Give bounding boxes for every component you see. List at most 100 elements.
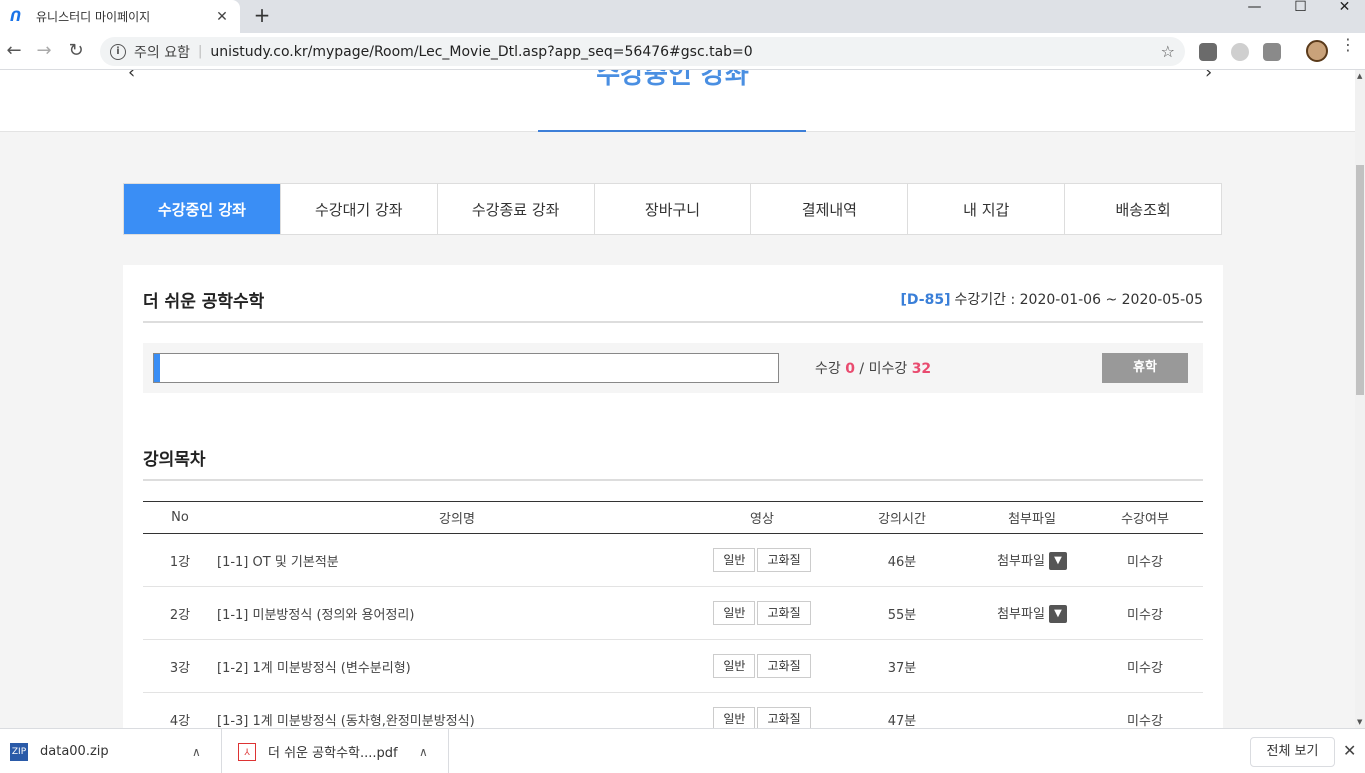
tab-delivery[interactable]: 배송조회 (1065, 184, 1221, 234)
lecture-status: 미수강 (1087, 586, 1203, 640)
download-icon[interactable]: ▼ (1048, 552, 1067, 571)
prev-arrow-icon[interactable]: ‹ (128, 70, 135, 83)
reload-icon[interactable]: ↻ (66, 41, 86, 61)
menu-kebab-icon[interactable]: ⋮ (1340, 37, 1356, 53)
play-hd-button[interactable]: 고화질 (757, 601, 811, 625)
chevron-up-icon[interactable]: ∧ (419, 745, 428, 759)
address-bar: ← → ↻ i 주의 요함 | unistudy.co.kr/mypage/Ro… (0, 33, 1365, 70)
tab-waiting[interactable]: 수강대기 강좌 (281, 184, 438, 234)
download-item[interactable]: ZIP data00.zip ∧ (0, 729, 222, 773)
table-header-row: No 강의명 영상 강의시간 첨부파일 수강여부 (143, 501, 1203, 534)
taken-label: 수강 (815, 361, 841, 377)
pause-button[interactable]: 휴학 (1102, 353, 1188, 383)
tab-finished[interactable]: 수강종료 강좌 (438, 184, 595, 234)
download-filename[interactable]: data00.zip (40, 744, 109, 759)
attach-cell[interactable]: 첨부파일 ▼ (977, 533, 1087, 587)
tab-wallet[interactable]: 내 지갑 (908, 184, 1066, 234)
tab-cart[interactable]: 장바구니 (595, 184, 752, 234)
bookmark-star-icon[interactable]: ☆ (1161, 42, 1175, 61)
page-scrollbar[interactable]: ▲ ▼ (1355, 70, 1365, 728)
tab-close-icon[interactable]: ✕ (214, 9, 230, 25)
course-period: [D-85] 수강기간 : 2020-01-06 ~ 2020-05-05 (901, 289, 1203, 309)
col-name: 강의명 (217, 501, 697, 534)
lecture-no: 2강 (143, 586, 217, 640)
table-row: 2강 [1-1] 미분방정식 (정의와 용어정리) 일반 고화질 55분 첨부파일… (143, 586, 1203, 640)
attach-label[interactable]: 첨부파일 (997, 607, 1045, 622)
lecture-no: 3강 (143, 639, 217, 693)
omnibox-separator: | (197, 44, 203, 59)
lecture-name: [1-1] 미분방정식 (정의와 용어정리) (217, 586, 697, 640)
attach-label[interactable]: 첨부파일 (997, 554, 1045, 569)
lecture-name: [1-1] OT 및 기본적분 (217, 533, 697, 587)
lecture-time: 55분 (827, 586, 977, 640)
new-tab-button[interactable]: + (252, 5, 272, 25)
tab-payments[interactable]: 결제내역 (751, 184, 909, 234)
col-no: No (143, 501, 217, 534)
extension-icon[interactable] (1231, 43, 1249, 61)
page-title: 수강중인 강좌 (596, 70, 749, 90)
scroll-up-icon[interactable]: ▲ (1357, 72, 1362, 80)
show-all-downloads-button[interactable]: 전체 보기 (1250, 737, 1335, 767)
play-hd-button[interactable]: 고화질 (757, 654, 811, 678)
progress-fill (154, 354, 161, 382)
table-row: 4강 [1-3] 1계 미분방정식 (동차형,완정미분방정식) 일반 고화질 47… (143, 692, 1203, 728)
scrollbar-thumb[interactable] (1356, 165, 1364, 395)
cast-extension-icon[interactable] (1263, 43, 1281, 61)
page-content: ‹ 수강중인 강좌 › 수강중인 강좌 수강대기 강좌 수강종료 강좌 장바구니… (0, 70, 1355, 728)
scroll-down-icon[interactable]: ▼ (1357, 718, 1362, 726)
url-text[interactable]: unistudy.co.kr/mypage/Room/Lec_Movie_Dtl… (210, 44, 752, 60)
progress-stats: 수강 0 / 미수강 32 (815, 358, 931, 378)
next-arrow-icon[interactable]: › (1205, 70, 1212, 83)
browser-tab-bar: ᑎ 유니스터디 마이페이지 ✕ + — ☐ ✕ (0, 0, 1365, 33)
ublock-extension-icon[interactable] (1199, 43, 1217, 61)
play-normal-button[interactable]: 일반 (713, 601, 756, 625)
maximize-icon[interactable]: ☐ (1278, 0, 1323, 33)
progress-bar (153, 353, 779, 383)
download-icon[interactable]: ▼ (1048, 605, 1067, 624)
col-video: 영상 (697, 501, 827, 534)
play-normal-button[interactable]: 일반 (713, 548, 756, 572)
shelf-close-icon[interactable]: ✕ (1343, 741, 1356, 760)
toc-title: 강의목차 (143, 450, 206, 470)
title-underline (538, 130, 806, 132)
attach-cell (977, 639, 1087, 693)
video-cell: 일반 고화질 (697, 639, 827, 693)
forward-icon[interactable]: → (34, 41, 54, 61)
dday-badge: [D-85] (900, 292, 951, 308)
taken-count: 0 (845, 361, 855, 377)
download-filename[interactable]: 더 쉬운 공학수학....pdf (268, 742, 398, 761)
page-header: ‹ 수강중인 강좌 › (0, 70, 1355, 132)
window-close-icon[interactable]: ✕ (1322, 0, 1365, 33)
info-icon[interactable]: i (110, 43, 126, 60)
zip-file-icon: ZIP (10, 742, 28, 761)
course-title: 더 쉬운 공학수학 (143, 292, 265, 312)
security-status[interactable]: 주의 요함 (134, 42, 190, 62)
tab-ongoing[interactable]: 수강중인 강좌 (124, 184, 281, 234)
play-hd-button[interactable]: 고화질 (757, 548, 811, 572)
download-item[interactable]: ⅄ 더 쉬운 공학수학....pdf ∧ (222, 729, 449, 773)
col-time: 강의시간 (827, 501, 977, 534)
lecture-time: 37분 (827, 639, 977, 693)
course-card: 더 쉬운 공학수학 [D-85] 수강기간 : 2020-01-06 ~ 2020… (123, 265, 1223, 728)
play-normal-button[interactable]: 일반 (713, 654, 756, 678)
lecture-status: 미수강 (1087, 533, 1203, 587)
omnibox[interactable]: i 주의 요함 | unistudy.co.kr/mypage/Room/Lec… (100, 37, 1185, 66)
play-hd-button[interactable]: 고화질 (757, 707, 811, 728)
col-attach: 첨부파일 (977, 501, 1087, 534)
video-cell: 일반 고화질 (697, 586, 827, 640)
browser-tab[interactable]: ᑎ 유니스터디 마이페이지 ✕ (0, 0, 240, 33)
chevron-up-icon[interactable]: ∧ (192, 745, 201, 759)
profile-avatar[interactable] (1306, 40, 1328, 62)
minimize-icon[interactable]: — (1232, 0, 1277, 33)
back-icon[interactable]: ← (4, 41, 24, 61)
lecture-name: [1-3] 1계 미분방정식 (동차형,완정미분방정식) (217, 692, 697, 728)
download-shelf: ZIP data00.zip ∧ ⅄ 더 쉬운 공학수학....pdf ∧ 전체… (0, 728, 1365, 773)
untaken-count: 32 (911, 361, 932, 377)
divider (143, 321, 1203, 323)
untaken-label: 미수강 (868, 361, 908, 377)
attach-cell[interactable]: 첨부파일 ▼ (977, 586, 1087, 640)
video-cell: 일반 고화질 (697, 692, 827, 728)
lecture-status: 미수강 (1087, 639, 1203, 693)
mypage-tabs: 수강중인 강좌 수강대기 강좌 수강종료 강좌 장바구니 결제내역 내 지갑 배… (123, 183, 1222, 235)
play-normal-button[interactable]: 일반 (713, 707, 756, 728)
